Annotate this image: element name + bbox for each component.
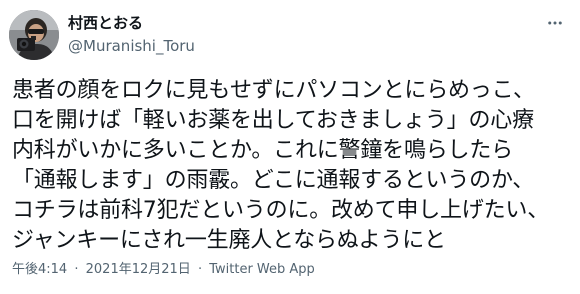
tweet-line: 「通報します」の雨霰。どこに通報するというのか、	[12, 168, 535, 193]
separator-dot: ·	[74, 262, 79, 277]
avatar-photo-icon	[9, 10, 59, 60]
tweet-metadata: 午後4:14 · 2021年12月21日 · Twitter Web App	[12, 261, 315, 279]
avatar[interactable]	[9, 10, 59, 60]
more-dots-icon	[548, 21, 562, 25]
display-name[interactable]: 村西とおる	[68, 14, 195, 33]
tweet-date[interactable]: 2021年12月21日	[86, 262, 191, 277]
tweet-line: コチラは前科7犯だというのに。改めて申し上げたい、	[12, 198, 549, 223]
tweet-line: 患者の顔をロクに見もせずにパソコンとにらめっこ、	[12, 78, 535, 103]
separator-dot: ·	[197, 262, 203, 277]
tweet-text: 患者の顔をロクに見もせずにパソコンとにらめっこ、 口を開けば「軽いお薬を出してお…	[12, 76, 578, 256]
tweet-line: ジャンキーにされ一生廃人とならぬようにと	[12, 228, 446, 253]
author-info: 村西とおる @Muranishi_Toru	[68, 14, 195, 56]
tweet-card: 村西とおる @Muranishi_Toru 患者の顔をロクに見もせずにパソコンと…	[0, 0, 580, 294]
tweet-time[interactable]: 午後4:14	[12, 262, 67, 277]
more-options-button[interactable]	[544, 12, 566, 34]
user-handle[interactable]: @Muranishi_Toru	[68, 37, 195, 56]
tweet-source[interactable]: Twitter Web App	[209, 262, 315, 277]
tweet-line: 口を開けば「軽いお薬を出しておきましょう」の心療	[12, 108, 534, 133]
tweet-line: 内科がいかに多いことか。これに警鐘を鳴らしたら	[12, 138, 513, 163]
